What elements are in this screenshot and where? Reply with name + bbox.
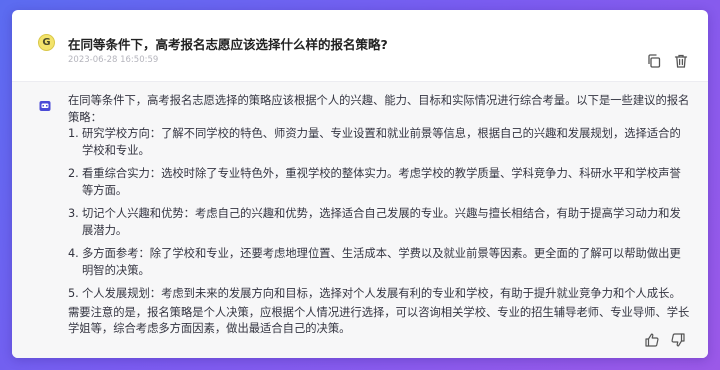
list-item-number: 5.: [68, 287, 79, 300]
list-item-number: 2.: [68, 167, 79, 180]
bot-avatar-icon: [39, 97, 51, 111]
user-avatar: G: [38, 34, 55, 51]
question-timestamp: 2023-06-28 16:50:59: [68, 55, 159, 65]
question-block: G 在同等条件下，高考报名志愿应该选择什么样的报名策略? 2023-06-28 …: [12, 10, 708, 82]
list-item: 3. 切记个人兴趣和优势：考虑自己的兴趣和优势，选择适合自己发展的专业。兴趣与擅…: [68, 206, 690, 239]
list-item-number: 1.: [68, 127, 79, 140]
thumbs-down-icon[interactable]: [670, 332, 686, 348]
list-item: 4. 多方面参考：除了学校和专业，还要考虑地理位置、生活成本、学费以及就业前景等…: [68, 246, 690, 279]
answer-note: 需要注意的是，报名策略是个人决策，应根据个人情况进行选择，可以咨询相关学校、专业…: [68, 305, 690, 336]
list-item-text: 多方面参考：除了学校和专业，还要考虑地理位置、生活成本、学费以及就业前景等因素。…: [82, 247, 681, 277]
list-item-text: 看重综合实力：选校时除了专业特色外，重视学校的整体实力。考虑学校的教学质量、学科…: [82, 167, 681, 197]
trash-icon[interactable]: [673, 53, 689, 69]
thumbs-up-icon[interactable]: [644, 332, 660, 348]
list-item-text: 研究学校方向：了解不同学校的特色、师资力量、专业设置和就业前景等信息，根据自己的…: [82, 127, 681, 157]
answer-block: 在同等条件下，高考报名志愿选择的策略应该根据个人的兴趣、能力、目标和实际情况进行…: [12, 82, 708, 358]
list-item-number: 3.: [68, 207, 79, 220]
answer-intro: 在同等条件下，高考报名志愿选择的策略应该根据个人的兴趣、能力、目标和实际情况进行…: [68, 94, 690, 124]
list-item: 1. 研究学校方向：了解不同学校的特色、师资力量、专业设置和就业前景等信息，根据…: [68, 126, 690, 159]
list-item: 5. 个人发展规划：考虑到未来的发展方向和目标，选择对个人发展有利的专业和学校，…: [68, 286, 690, 303]
strategy-list: 1. 研究学校方向：了解不同学校的特色、师资力量、专业设置和就业前景等信息，根据…: [68, 126, 690, 303]
answer-content: 在同等条件下，高考报名志愿选择的策略应该根据个人的兴趣、能力、目标和实际情况进行…: [68, 93, 690, 338]
list-item: 2. 看重综合实力：选校时除了专业特色外，重视学校的整体实力。考虑学校的教学质量…: [68, 166, 690, 199]
list-item-number: 4.: [68, 247, 79, 260]
copy-icon[interactable]: [646, 53, 662, 69]
question-text: 在同等条件下，高考报名志愿应该选择什么样的报名策略?: [68, 37, 388, 52]
list-item-text: 个人发展规划：考虑到未来的发展方向和目标，选择对个人发展有利的专业和学校，有助于…: [82, 287, 681, 300]
list-item-text: 切记个人兴趣和优势：考虑自己的兴趣和优势，选择适合自己发展的专业。兴趣与擅长相结…: [82, 207, 681, 237]
chat-card: G 在同等条件下，高考报名志愿应该选择什么样的报名策略? 2023-06-28 …: [12, 10, 708, 358]
